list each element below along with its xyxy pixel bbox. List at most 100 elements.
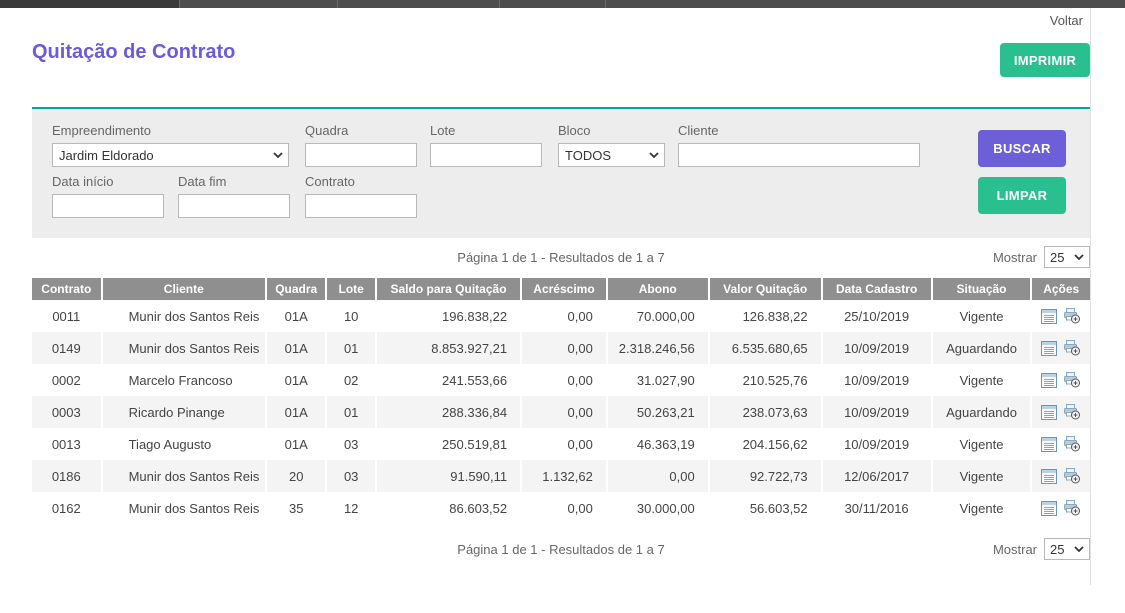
pagination-bottom: Página 1 de 1 - Resultados de 1 a 7 Most… bbox=[32, 538, 1090, 562]
empreendimento-select[interactable]: Jardim Eldorado bbox=[52, 143, 289, 167]
cell-valor: 204.156,62 bbox=[710, 428, 823, 460]
cell-situacao: Aguardando bbox=[933, 332, 1033, 364]
table-row: 0186 Munir dos Santos Reis 20 03 91.590,… bbox=[32, 460, 1090, 492]
details-list-icon[interactable] bbox=[1041, 437, 1057, 452]
cell-acoes bbox=[1032, 332, 1090, 364]
page: Voltar Quitação de Contrato IMPRIMIR Emp… bbox=[0, 0, 1125, 613]
page-size-control: Mostrar 25 bbox=[993, 246, 1090, 268]
cell-data-cadastro: 10/09/2019 bbox=[823, 396, 933, 428]
cell-cliente: Munir dos Santos Reis bbox=[103, 460, 267, 492]
data-fim-label: Data fim bbox=[178, 174, 290, 189]
cell-lote: 01 bbox=[327, 396, 376, 428]
limpar-button[interactable]: LIMPAR bbox=[978, 177, 1066, 214]
cell-cliente: Munir dos Santos Reis bbox=[103, 492, 267, 524]
bloco-field: Bloco TODOS bbox=[558, 123, 665, 167]
page-size-select[interactable]: 25 bbox=[1044, 246, 1090, 268]
imprimir-button[interactable]: IMPRIMIR bbox=[1000, 43, 1090, 77]
cell-contrato: 0011 bbox=[32, 300, 103, 332]
print-add-icon[interactable] bbox=[1063, 340, 1081, 356]
pagination-summary: Página 1 de 1 - Resultados de 1 a 7 bbox=[32, 542, 1090, 557]
lote-input[interactable] bbox=[430, 143, 542, 167]
cell-valor: 92.722,73 bbox=[710, 460, 823, 492]
cell-saldo: 196.838,22 bbox=[377, 300, 522, 332]
cell-acoes bbox=[1032, 396, 1090, 428]
details-list-icon[interactable] bbox=[1041, 373, 1057, 388]
cell-quadra: 01A bbox=[267, 364, 328, 396]
cell-saldo: 288.336,84 bbox=[377, 396, 522, 428]
tab-segment bbox=[180, 0, 338, 8]
cell-abono: 46.363,19 bbox=[608, 428, 710, 460]
bloco-label: Bloco bbox=[558, 123, 665, 138]
column-header-cliente: Cliente bbox=[103, 278, 267, 300]
cell-acoes bbox=[1032, 492, 1090, 524]
cell-contrato: 0002 bbox=[32, 364, 103, 396]
cell-acoes bbox=[1032, 428, 1090, 460]
data-inicio-input[interactable] bbox=[52, 194, 164, 218]
column-header-valor: Valor Quitação bbox=[710, 278, 823, 300]
cell-saldo: 250.519,81 bbox=[377, 428, 522, 460]
cell-saldo: 241.553,66 bbox=[377, 364, 522, 396]
table-row: 0011 Munir dos Santos Reis 01A 10 196.83… bbox=[32, 300, 1090, 332]
cell-lote: 03 bbox=[327, 460, 376, 492]
contrato-input[interactable] bbox=[305, 194, 417, 218]
cell-situacao: Vigente bbox=[933, 300, 1033, 332]
voltar-link[interactable]: Voltar bbox=[1050, 13, 1083, 28]
cell-situacao: Vigente bbox=[933, 364, 1033, 396]
cell-acrescimo: 0,00 bbox=[522, 332, 608, 364]
buscar-button[interactable]: BUSCAR bbox=[978, 130, 1066, 167]
data-inicio-label: Data início bbox=[52, 174, 164, 189]
cell-quadra: 35 bbox=[267, 492, 328, 524]
print-add-icon[interactable] bbox=[1063, 468, 1081, 484]
cell-contrato: 0003 bbox=[32, 396, 103, 428]
print-add-icon[interactable] bbox=[1063, 500, 1081, 516]
cell-situacao: Vigente bbox=[933, 492, 1033, 524]
cell-abono: 31.027,90 bbox=[608, 364, 710, 396]
cell-valor: 238.073,63 bbox=[710, 396, 823, 428]
cell-abono: 2.318.246,56 bbox=[608, 332, 710, 364]
cell-data-cadastro: 10/09/2019 bbox=[823, 364, 933, 396]
cell-situacao: Vigente bbox=[933, 460, 1033, 492]
cell-data-cadastro: 12/06/2017 bbox=[823, 460, 933, 492]
details-list-icon[interactable] bbox=[1041, 309, 1057, 324]
print-add-icon[interactable] bbox=[1063, 372, 1081, 388]
cell-cliente: Munir dos Santos Reis bbox=[103, 332, 267, 364]
cell-cliente: Munir dos Santos Reis bbox=[103, 300, 267, 332]
cliente-input[interactable] bbox=[678, 143, 920, 167]
tab-segment bbox=[500, 0, 606, 8]
cell-lote: 01 bbox=[327, 332, 376, 364]
cell-valor: 210.525,76 bbox=[710, 364, 823, 396]
bloco-select[interactable]: TODOS bbox=[558, 143, 665, 167]
empreendimento-label: Empreendimento bbox=[52, 123, 289, 138]
data-fim-input[interactable] bbox=[178, 194, 290, 218]
details-list-icon[interactable] bbox=[1041, 501, 1057, 516]
lote-label: Lote bbox=[430, 123, 542, 138]
details-list-icon[interactable] bbox=[1041, 469, 1057, 484]
print-add-icon[interactable] bbox=[1063, 404, 1081, 420]
details-list-icon[interactable] bbox=[1041, 405, 1057, 420]
contrato-label: Contrato bbox=[305, 174, 417, 189]
cliente-label: Cliente bbox=[678, 123, 920, 138]
page-size-select[interactable]: 25 bbox=[1044, 538, 1090, 560]
cell-quadra: 01A bbox=[267, 428, 328, 460]
details-list-icon[interactable] bbox=[1041, 341, 1057, 356]
cell-lote: 12 bbox=[327, 492, 376, 524]
quadra-input[interactable] bbox=[305, 143, 417, 167]
column-header-quadra: Quadra bbox=[267, 278, 328, 300]
table-body: 0011 Munir dos Santos Reis 01A 10 196.83… bbox=[32, 300, 1090, 524]
page-size-control: Mostrar 25 bbox=[993, 538, 1090, 560]
cell-cliente: Ricardo Pinange bbox=[103, 396, 267, 428]
page-right-border bbox=[1090, 8, 1091, 585]
print-add-icon[interactable] bbox=[1063, 308, 1081, 324]
cell-lote: 02 bbox=[327, 364, 376, 396]
cell-lote: 10 bbox=[327, 300, 376, 332]
data-fim-field: Data fim bbox=[178, 174, 290, 218]
cell-acrescimo: 1.132,62 bbox=[522, 460, 608, 492]
tab-segment bbox=[338, 0, 500, 8]
column-header-lote: Lote bbox=[327, 278, 376, 300]
cell-quadra: 01A bbox=[267, 396, 328, 428]
print-add-icon[interactable] bbox=[1063, 436, 1081, 452]
cell-abono: 30.000,00 bbox=[608, 492, 710, 524]
cliente-field: Cliente bbox=[678, 123, 920, 167]
cell-situacao: Aguardando bbox=[933, 396, 1033, 428]
cell-saldo: 91.590,11 bbox=[377, 460, 522, 492]
